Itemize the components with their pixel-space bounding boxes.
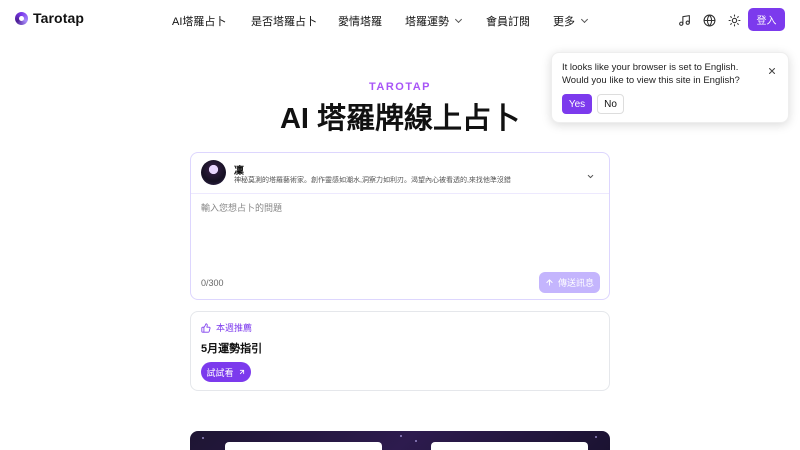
language-popup: It looks like your browser is set to Eng…: [551, 52, 789, 123]
recommend-label: 本週推薦: [216, 323, 253, 333]
header: Tarotap AI塔羅占卜 是否塔羅占卜 愛情塔羅 塔羅運勢 會員訂閱 更多 …: [0, 0, 800, 40]
nav-item-more[interactable]: 更多: [553, 13, 589, 29]
send-message-label: 傳送訊息: [557, 278, 594, 288]
char-count: 0/300: [201, 278, 224, 288]
nav-item-label: 會員訂閱: [486, 16, 530, 28]
nav-item-yes-no-tarot[interactable]: 是否塔羅占卜: [251, 13, 317, 29]
try-button[interactable]: 試試看: [201, 362, 251, 382]
arrow-up-icon: [546, 279, 553, 286]
chat-card: 凜 神秘莫測的塔羅藝術家。創作靈感如潮水,洞察力如利刃。渴望內心被看透的,來找他…: [190, 152, 610, 300]
star-decoration: [202, 437, 204, 439]
thumbs-up-icon: [201, 322, 211, 333]
star-decoration: [400, 435, 402, 437]
language-button[interactable]: [701, 12, 717, 28]
question-input[interactable]: [201, 201, 599, 271]
nav-item-tarot-fortune[interactable]: 塔羅運勢: [405, 13, 463, 29]
preview-card: [225, 442, 382, 450]
arrow-up-right-icon: [239, 369, 244, 375]
recommend-label-row: 本週推薦: [201, 321, 252, 334]
globe-icon: [703, 14, 715, 26]
nav-item-label: 是否塔羅占卜: [251, 16, 317, 28]
nav-item-membership[interactable]: 會員訂閱: [486, 13, 530, 29]
close-button[interactable]: [767, 63, 779, 75]
nav-item-love-tarot[interactable]: 愛情塔羅: [338, 13, 382, 29]
nav-item-label: 愛情塔羅: [338, 16, 382, 28]
star-decoration: [595, 436, 597, 438]
no-button[interactable]: No: [597, 94, 624, 114]
avatar: [201, 160, 226, 185]
nav-item-label: 塔羅運勢: [405, 16, 449, 28]
nav-item-ai-tarot[interactable]: AI塔羅占卜: [172, 13, 226, 29]
send-message-button[interactable]: 傳送訊息: [539, 272, 600, 293]
yes-button[interactable]: Yes: [562, 94, 592, 114]
preview-banner: [190, 431, 610, 450]
recommend-card: 本週推薦 5月運勢指引 試試看: [190, 311, 610, 391]
chevron-down-icon: [454, 15, 463, 24]
star-decoration: [415, 440, 417, 442]
music-icon: [678, 14, 690, 26]
login-button[interactable]: 登入: [748, 8, 785, 31]
reader-selector[interactable]: 凜 神秘莫測的塔羅藝術家。創作靈感如潮水,洞察力如利刃。渴望內心被看透的,來找他…: [191, 153, 609, 194]
music-button[interactable]: [676, 12, 692, 28]
preview-card: [431, 442, 588, 450]
recommend-title: 5月運勢指引: [201, 343, 263, 355]
nav-item-label: AI塔羅占卜: [172, 16, 227, 28]
chevron-down-icon: [580, 15, 589, 24]
nav-item-label: 更多: [553, 16, 575, 28]
language-popup-message: It looks like your browser is set to Eng…: [562, 62, 740, 86]
theme-toggle-button[interactable]: [726, 12, 742, 28]
try-label: 試試看: [206, 367, 234, 378]
chevron-down-icon: [586, 168, 595, 186]
reader-description: 神秘莫測的塔羅藝術家。創作靈感如潮水,洞察力如利刃。渴望內心被看透的,來找他準沒…: [234, 177, 511, 184]
sun-icon: [728, 14, 740, 26]
close-icon: [768, 67, 776, 75]
